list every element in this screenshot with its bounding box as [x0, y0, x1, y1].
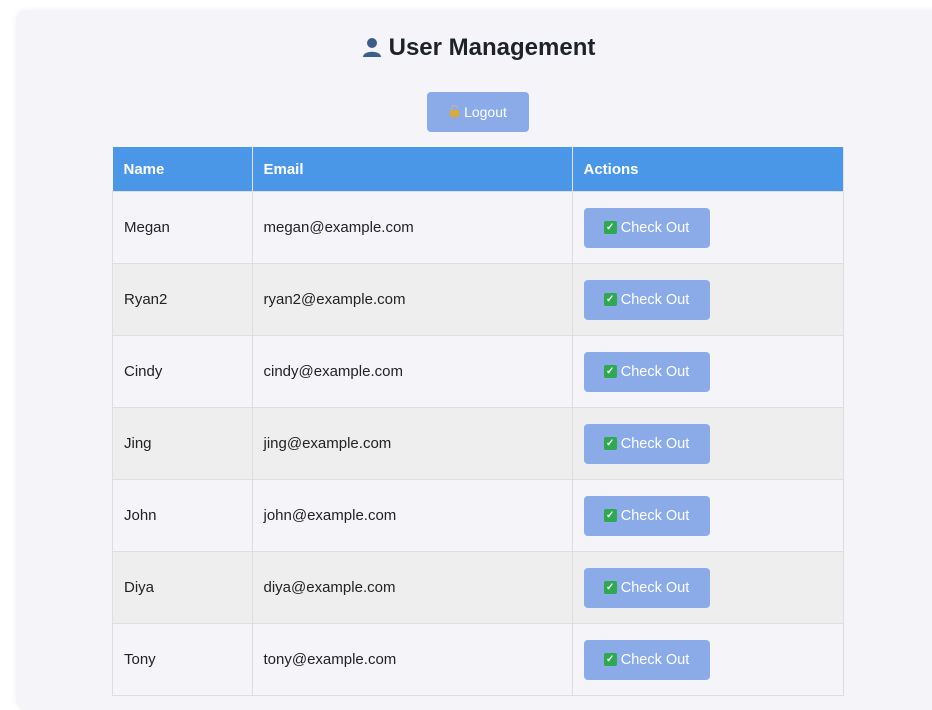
actions-cell: ✓ Check Out [571, 191, 844, 264]
user-name-cell: Jing [112, 407, 253, 480]
table-row: Ryan2 ryan2@example.com ✓ Check Out [112, 263, 844, 336]
table-row: Diya diya@example.com ✓ Check Out [112, 551, 844, 624]
user-name-cell: Diya [112, 551, 253, 624]
user-email-cell: megan@example.com [251, 191, 573, 264]
user-email-cell: cindy@example.com [251, 335, 573, 408]
actions-cell: ✓ Check Out [571, 551, 844, 624]
check-out-label: Check Out [620, 363, 690, 380]
check-out-button[interactable]: ✓ Check Out [583, 351, 710, 392]
table-row: Megan megan@example.com ✓ Check Out [112, 191, 844, 264]
check-out-button[interactable]: ✓ Check Out [583, 423, 710, 464]
user-name-cell: Ryan2 [112, 263, 253, 336]
checkmark-box-icon: ✓ [603, 293, 617, 306]
table-row: Jing jing@example.com ✓ Check Out [112, 407, 844, 480]
check-out-label: Check Out [620, 435, 690, 452]
page-title-text: User Management [388, 34, 596, 61]
user-email-cell: jing@example.com [251, 407, 573, 480]
user-name-cell: Megan [112, 191, 253, 264]
actions-cell: ✓ Check Out [571, 335, 844, 408]
column-header-email: Email [252, 147, 573, 192]
logout-button[interactable]: Logout [427, 92, 529, 132]
actions-cell: ✓ Check Out [571, 263, 844, 336]
check-out-label: Check Out [620, 219, 690, 236]
checkmark-box-icon: ✓ [603, 509, 617, 522]
user-name-cell: Cindy [112, 335, 253, 408]
checkmark-box-icon: ✓ [603, 365, 617, 378]
actions-cell: ✓ Check Out [571, 407, 844, 480]
column-header-name: Name [112, 147, 253, 192]
user-silhouette-icon [361, 34, 383, 62]
user-name-cell: John [112, 479, 253, 552]
user-email-cell: diya@example.com [251, 551, 573, 624]
column-header-actions: Actions [572, 147, 844, 192]
page-title: User Management [0, 34, 932, 62]
checkmark-box-icon: ✓ [603, 581, 617, 594]
user-email-cell: john@example.com [251, 479, 573, 552]
checkmark-box-icon: ✓ [603, 221, 617, 234]
check-out-label: Check Out [620, 579, 690, 596]
check-out-button[interactable]: ✓ Check Out [583, 207, 710, 248]
check-out-label: Check Out [620, 291, 690, 308]
table-row: John john@example.com ✓ Check Out [112, 479, 844, 552]
user-email-cell: ryan2@example.com [251, 263, 573, 336]
logout-label: Logout [464, 104, 507, 120]
checkmark-box-icon: ✓ [603, 437, 617, 450]
check-out-button[interactable]: ✓ Check Out [583, 567, 710, 608]
check-out-button[interactable]: ✓ Check Out [583, 495, 710, 536]
table-row: Cindy cindy@example.com ✓ Check Out [112, 335, 844, 408]
table-header-row: Name Email Actions [112, 147, 844, 192]
check-out-label: Check Out [620, 507, 690, 524]
check-out-button[interactable]: ✓ Check Out [583, 279, 710, 320]
actions-cell: ✓ Check Out [571, 479, 844, 552]
users-table: Name Email Actions Megan megan@example.co… [112, 147, 844, 696]
padlock-icon [449, 104, 460, 120]
